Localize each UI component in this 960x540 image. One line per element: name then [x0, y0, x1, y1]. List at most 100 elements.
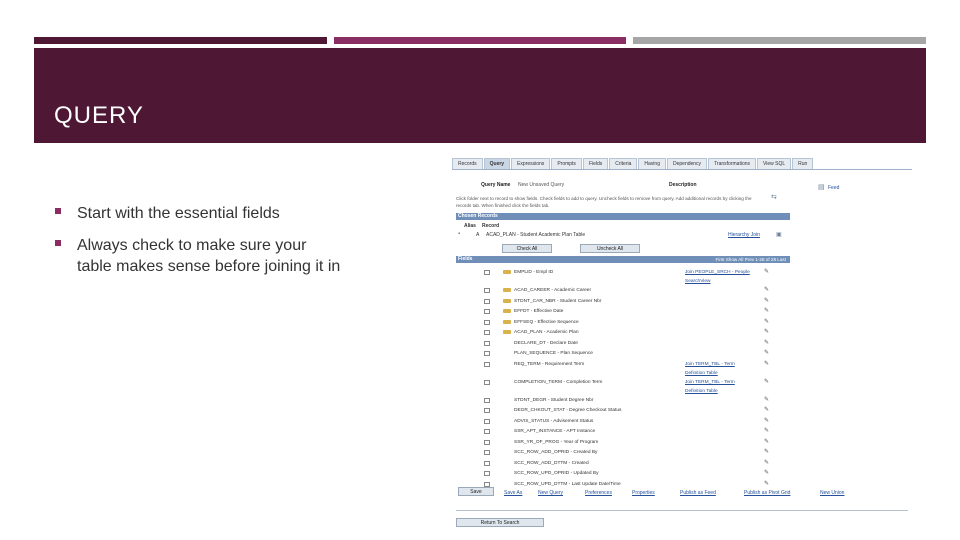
uncheck-all-button[interactable]: Uncheck All [580, 244, 640, 253]
field-row: DEGR_CHKOUT_STAT - Degree Checkout Statu… [452, 406, 790, 415]
edit-field-icon[interactable]: ✎ [764, 469, 769, 478]
query-name-value: New Unsaved Query [518, 182, 565, 188]
edit-field-icon[interactable]: ✎ [764, 286, 769, 295]
field-checkbox[interactable] [484, 408, 490, 413]
join-link[interactable]: Join PEOPLE_SRCH - People [685, 268, 750, 277]
edit-field-icon[interactable]: ✎ [764, 307, 769, 316]
field-name: STDNT_CAR_NBR - Student Career Nbr [514, 298, 602, 304]
new-union-link[interactable]: New Union [820, 488, 844, 498]
join-link-secondary[interactable]: Definition Table [685, 387, 718, 396]
key-icon [503, 298, 511, 303]
feed-icon[interactable]: ▤ [818, 183, 825, 191]
edit-field-icon[interactable]: ✎ [764, 459, 769, 468]
field-checkbox[interactable] [484, 471, 490, 476]
delete-record-icon[interactable]: ▣ [776, 231, 782, 238]
tab-records[interactable]: Records [452, 158, 483, 169]
tab-query[interactable]: Query [483, 158, 511, 169]
publish-pivot-link[interactable]: Publish as Pivot Grid [744, 488, 790, 498]
field-row: SCC_ROW_ADD_DTTM - Created ✎ [452, 459, 790, 468]
edit-field-icon[interactable]: ✎ [764, 360, 769, 369]
join-link[interactable]: Join TERM_TBL - Term [685, 360, 735, 369]
tab-dependency[interactable]: Dependency [666, 158, 708, 169]
field-checkbox[interactable] [484, 309, 490, 314]
field-name: SSR_YR_OF_PROG - Year of Program [514, 439, 599, 445]
edit-field-icon[interactable]: ✎ [764, 297, 769, 306]
field-name: COMPLETION_TERM - Completion Term [514, 379, 603, 385]
record-name: ACAD_PLAN - Student Academic Plan Table [486, 232, 586, 238]
tab-run[interactable]: Run [792, 158, 814, 169]
field-name: SCC_ROW_UPD_OPRID - Updated By [514, 471, 599, 476]
field-name: DECLARE_DT - Declare Date [514, 340, 578, 346]
edit-field-icon[interactable]: ✎ [764, 268, 769, 277]
field-checkbox[interactable] [484, 379, 490, 385]
folder-icon[interactable]: ▪ [458, 231, 460, 237]
tab-expressions[interactable]: Expressions [511, 158, 551, 169]
chosen-records-header: Chosen Records [456, 213, 790, 220]
check-all-button[interactable]: Check All [502, 244, 552, 253]
key-icon [503, 288, 511, 292]
join-link-secondary[interactable]: SearchView [685, 277, 711, 286]
field-row: STDNT_DEGR - Student Degree Nbr ✎ [452, 396, 790, 405]
field-checkbox[interactable] [484, 429, 490, 434]
properties-link[interactable]: Properties [632, 488, 655, 498]
tab-prompts[interactable]: Prompts [551, 158, 582, 169]
field-name: EFFSEQ - Effective Sequence [514, 319, 579, 325]
edit-field-icon[interactable]: ✎ [764, 448, 769, 457]
slide-title: QUERY [54, 102, 144, 129]
record-alias: A [476, 232, 480, 238]
field-name: ADVIS_STATUS - Advisement Status [514, 418, 594, 424]
field-checkbox[interactable] [484, 319, 490, 325]
preferences-link[interactable]: Preferences [585, 488, 612, 498]
field-checkbox[interactable] [484, 439, 490, 445]
field-checkbox[interactable] [484, 481, 490, 487]
hierarchy-join-link[interactable]: Hierarchy Join [728, 232, 760, 238]
new-query-link[interactable]: New Query [538, 488, 563, 498]
feed-link[interactable]: Feed [828, 185, 839, 191]
tab-criteria[interactable]: Criteria [609, 158, 638, 169]
fields-label: Fields [458, 256, 473, 262]
field-checkbox[interactable] [484, 298, 490, 304]
edit-field-icon[interactable]: ✎ [764, 417, 769, 426]
edit-field-icon[interactable]: ✎ [764, 339, 769, 348]
save-button[interactable]: Save [458, 487, 494, 496]
fields-pagination[interactable]: First Show All Prev 1-28 of 28 Last [716, 256, 786, 263]
field-checkbox[interactable] [484, 340, 490, 346]
field-checkbox[interactable] [484, 330, 490, 335]
join-link-secondary[interactable]: Definition Table [685, 369, 718, 378]
field-checkbox[interactable] [484, 418, 490, 424]
field-checkbox[interactable] [484, 361, 490, 367]
top-bar-accent [334, 37, 626, 44]
field-row: SCC_ROW_ADD_OPRID - Created By ✎ [452, 448, 790, 457]
field-checkbox[interactable] [484, 397, 490, 403]
field-checkbox[interactable] [484, 460, 490, 466]
edit-field-icon[interactable]: ✎ [764, 318, 769, 327]
field-checkbox[interactable] [484, 351, 490, 356]
publish-feed-link[interactable]: Publish as Feed [680, 488, 716, 498]
edit-field-icon[interactable]: ✎ [764, 378, 769, 387]
fields-header: Fields First Show All Prev 1-28 of 28 La… [456, 256, 790, 263]
field-checkbox[interactable] [484, 288, 490, 293]
field-name: DEGR_CHKOUT_STAT - Degree Checkout Statu… [514, 408, 622, 413]
edit-field-icon[interactable]: ✎ [764, 349, 769, 358]
run-query-icon[interactable]: ⇆ [771, 193, 777, 201]
tab-view-sql[interactable]: View SQL [757, 158, 792, 169]
field-row: EMPLID - Empl ID Join PEOPLE_SRCH - Peopl… [452, 268, 790, 284]
save-as-link[interactable]: Save As [504, 488, 522, 498]
edit-field-icon[interactable]: ✎ [764, 427, 769, 436]
edit-field-icon[interactable]: ✎ [764, 328, 769, 337]
bullet-item: Always check to make sure your table mak… [54, 235, 344, 278]
divider [456, 510, 908, 511]
return-to-search-button[interactable]: Return To Search [456, 518, 544, 527]
join-link[interactable]: Join TERM_TBL - Term [685, 378, 735, 387]
tab-transformations[interactable]: Transformations [708, 158, 756, 169]
description-label: Description [669, 182, 697, 188]
edit-field-icon[interactable]: ✎ [764, 438, 769, 447]
edit-field-icon[interactable]: ✎ [764, 406, 769, 415]
edit-field-icon[interactable]: ✎ [764, 396, 769, 405]
field-checkbox[interactable] [484, 450, 490, 455]
field-name: ACAD_PLAN - Academic Plan [514, 330, 579, 335]
field-checkbox[interactable] [484, 270, 490, 275]
top-bar-dark [34, 37, 327, 44]
tab-having[interactable]: Having [638, 158, 666, 169]
tab-fields[interactable]: Fields [582, 158, 609, 169]
